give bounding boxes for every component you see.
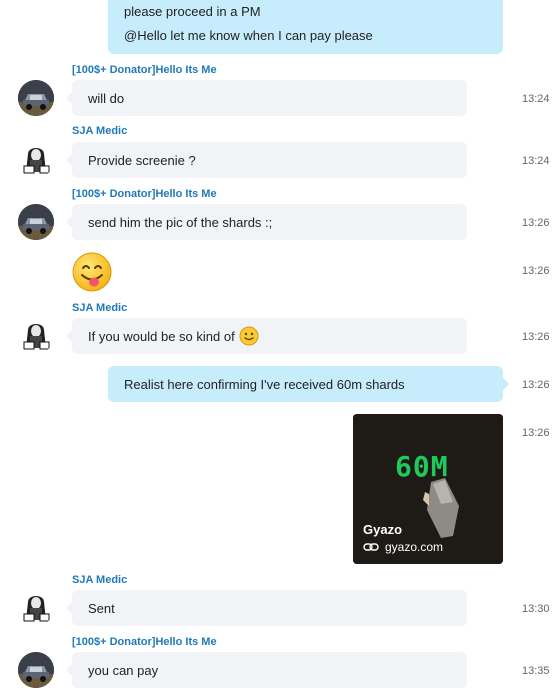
message-text: Sent [88,600,115,616]
medic-avatar[interactable] [18,318,54,354]
message-text: you can pay [88,662,159,678]
incoming-message[interactable]: you can pay [66,652,467,688]
car-avatar[interactable] [18,204,54,240]
timestamp: 13:26 [522,379,550,391]
incoming-message[interactable]: send him the pic of the shards :; [66,204,467,240]
message-text-line: @Hello let me know when I can pay please [124,28,373,43]
tongue-smile-emoji [72,252,112,292]
sender-name[interactable]: [100$+ Donator]Hello Its Me [72,636,217,648]
timestamp: 13:30 [522,603,550,615]
incoming-message[interactable]: Sent [66,590,467,626]
link-icon [363,541,379,553]
slight-smile-emoji [239,326,259,346]
sender-name[interactable]: SJA Medic [72,302,127,314]
image-caption: 60M [395,450,449,483]
timestamp: 13:24 [522,155,550,167]
outgoing-message[interactable]: please proceed in a PM @Hello let me kno… [108,0,503,54]
sender-name[interactable]: [100$+ Donator]Hello Its Me [72,64,217,76]
medic-avatar[interactable] [18,590,54,626]
message-text: send him the pic of the shards :; [88,214,273,230]
timestamp: 13:24 [522,93,550,105]
preview-domain: gyazo.com [385,540,444,554]
timestamp: 13:35 [522,665,550,677]
outgoing-message[interactable]: Realist here confirming I've received 60… [108,366,509,402]
timestamp: 13:26 [522,427,550,439]
preview-title: Gyazo [363,522,403,537]
incoming-message[interactable]: Provide screenie ? [66,142,467,178]
message-text: Realist here confirming I've received 60… [124,376,405,392]
car-avatar[interactable] [18,652,54,688]
car-avatar[interactable] [18,80,54,116]
sender-name[interactable]: SJA Medic [72,574,127,586]
timestamp: 13:26 [522,217,550,229]
sender-name[interactable]: [100$+ Donator]Hello Its Me [72,188,217,200]
incoming-message[interactable]: If you would be so kind of [66,318,467,354]
incoming-message[interactable]: will do [66,80,467,116]
preview-domain-row[interactable]: gyazo.com [363,540,443,554]
message-text: Provide screenie ? [88,152,196,168]
timestamp: 13:26 [522,331,550,343]
sender-name[interactable]: SJA Medic [72,125,127,137]
message-text: If you would be so kind of [88,328,235,344]
medic-avatar[interactable] [18,142,54,178]
link-preview-card[interactable]: 60M Gyazo gyazo.com [353,414,503,564]
message-text: will do [88,90,125,106]
message-text-line: please proceed in a PM [124,4,261,19]
timestamp: 13:26 [522,265,550,277]
